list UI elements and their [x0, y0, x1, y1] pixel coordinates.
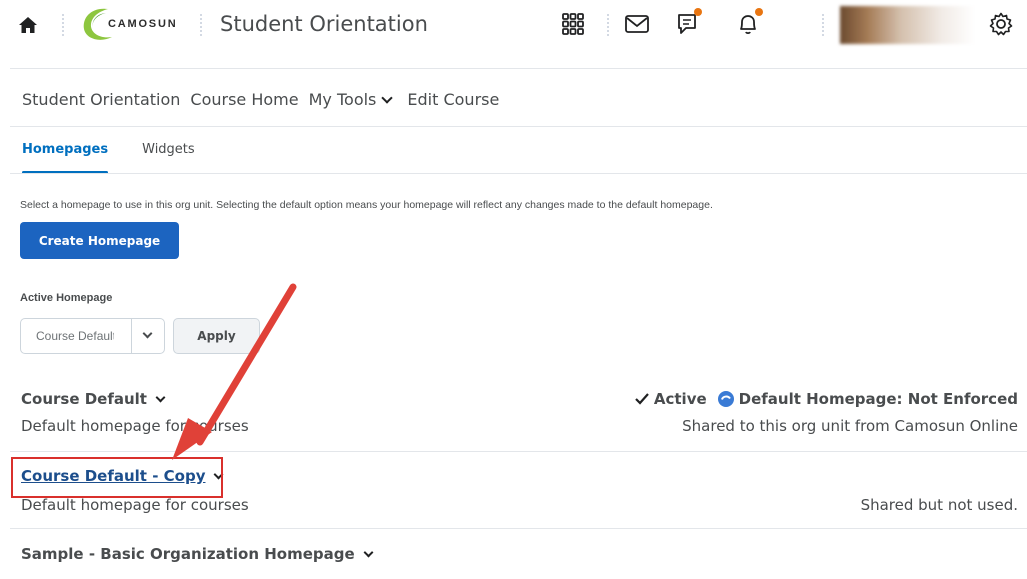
nav-my-tools[interactable]: My Tools	[308, 89, 394, 109]
tab-list: Homepages Widgets	[22, 142, 195, 174]
home-icon[interactable]	[18, 15, 38, 35]
row-divider	[10, 451, 1027, 452]
divider	[62, 14, 64, 36]
homepage-title-text: Course Default	[21, 390, 147, 408]
homepage-title-sample-basic[interactable]: Sample - Basic Organization Homepage	[21, 545, 374, 563]
homepage-shared-info: Shared but not used.	[860, 496, 1018, 514]
tabs-divider	[10, 173, 1027, 174]
homepage-subtitle: Default homepage for courses	[21, 417, 249, 435]
user-profile[interactable]	[840, 6, 975, 44]
bell-notification-dot	[755, 8, 763, 16]
create-homepage-button[interactable]: Create Homepage	[20, 222, 179, 259]
grid-icon[interactable]	[560, 11, 586, 37]
camosun-logo[interactable]: CAMOSUN	[78, 5, 177, 43]
course-navbar: Student Orientation Course Home My Tools…	[22, 87, 499, 111]
active-homepage-select[interactable]: Course Default	[20, 318, 165, 354]
nav-student-orientation[interactable]: Student Orientation	[22, 90, 180, 109]
apply-button[interactable]: Apply	[173, 318, 260, 354]
chevron-down-icon[interactable]	[363, 547, 374, 557]
status-active: Active	[653, 390, 707, 408]
active-homepage-label: Active Homepage	[20, 292, 113, 304]
logo-text: CAMOSUN	[108, 18, 178, 30]
chevron-down-icon[interactable]	[155, 392, 166, 402]
status-default: Default Homepage: Not Enforced	[738, 390, 1018, 408]
homepage-shared-info: Shared to this org unit from Camosun Onl…	[682, 417, 1018, 435]
mail-icon[interactable]	[624, 11, 650, 37]
homepage-title-text: Sample - Basic Organization Homepage	[21, 545, 355, 563]
annotation-highlight-box	[11, 457, 223, 498]
chat-notification-dot	[694, 8, 702, 16]
page-description: Select a homepage to use in this org uni…	[20, 199, 713, 211]
top-header: CAMOSUN Student Orientation	[0, 0, 1027, 50]
nav-course-home[interactable]: Course Home	[190, 90, 298, 109]
row-divider	[10, 528, 1027, 529]
header-divider	[10, 68, 1027, 69]
navbar-divider	[10, 126, 1027, 127]
select-divider	[131, 319, 132, 353]
course-title[interactable]: Student Orientation	[220, 12, 428, 36]
info-icon	[717, 391, 734, 407]
divider	[607, 14, 609, 36]
divider	[200, 14, 202, 36]
homepage-subtitle: Default homepage for courses	[21, 496, 249, 514]
divider	[822, 14, 824, 36]
select-value: Course Default	[36, 329, 114, 343]
chevron-down-icon	[142, 328, 153, 339]
chevron-down-icon	[381, 91, 394, 104]
nav-my-tools-label: My Tools	[308, 89, 377, 109]
gear-icon[interactable]	[988, 11, 1014, 37]
checkmark-icon	[635, 393, 649, 405]
homepage-status: Active Default Homepage: Not Enforced	[634, 390, 1018, 408]
tab-widgets[interactable]: Widgets	[142, 142, 195, 157]
homepage-title-course-default[interactable]: Course Default	[21, 390, 166, 408]
tab-homepages[interactable]: Homepages	[22, 142, 109, 174]
nav-edit-course[interactable]: Edit Course	[407, 90, 499, 109]
